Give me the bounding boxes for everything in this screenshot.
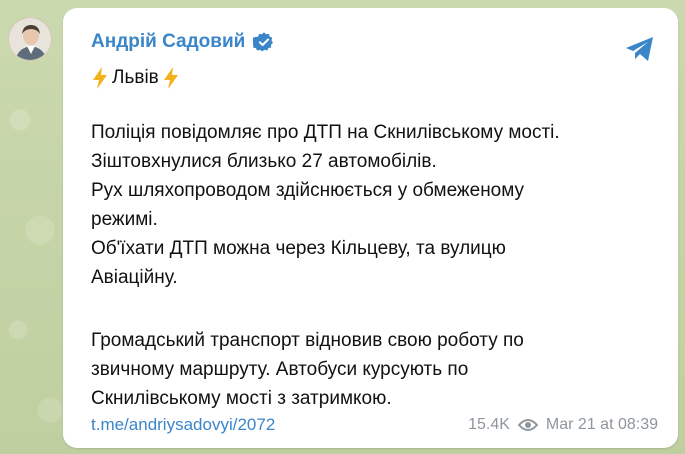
message-footer: t.me/andriysadovyi/2072 15.4K Mar 21 at … — [91, 413, 658, 437]
message-line: Об'їхати ДТП можна через Кільцеву, та ву… — [91, 238, 506, 259]
message-paragraph-2: Громадський транспорт відновив свою робо… — [91, 326, 651, 413]
verified-badge-icon — [253, 32, 274, 52]
author-name[interactable]: Андрій Садовий — [91, 31, 245, 53]
message-line: Скнилівському мості з затримкою. — [91, 388, 392, 409]
headline-text: Львів — [112, 67, 159, 88]
lightning-bolt-icon — [93, 67, 107, 89]
view-count: 15.4K — [468, 416, 510, 433]
avatar-image — [9, 18, 51, 60]
post-link[interactable]: t.me/andriysadovyi/2072 — [91, 415, 275, 435]
telegram-share-icon[interactable] — [624, 35, 656, 63]
message-line: Рух шляхопроводом здійснюється у обмежен… — [91, 180, 525, 201]
lightning-bolt-icon — [163, 67, 178, 89]
message-line: режимі. — [91, 209, 158, 230]
message-line: Громадський транспорт відновив свою робо… — [91, 330, 524, 351]
eye-icon — [517, 419, 538, 431]
message-paragraph-1: Поліція повідомляє про ДТП на Скнилівськ… — [91, 118, 651, 292]
message-meta: 15.4K Mar 21 at 08:39 — [468, 416, 658, 434]
message-line: Поліція повідомляє про ДТП на Скнилівськ… — [91, 122, 560, 143]
author-avatar[interactable] — [8, 17, 52, 61]
message-line: Авіаційну. — [91, 267, 178, 288]
message-bubble: Андрій Садовий Львів Поліція повідомляє … — [63, 8, 678, 448]
message-line: Зіштовхнулися близько 27 автомобілів. — [91, 151, 437, 172]
timestamp: Mar 21 at 08:39 — [545, 416, 658, 433]
message-line: звичному маршруту. Автобуси курсують по — [91, 359, 469, 380]
author-header: Андрій Садовий — [91, 31, 275, 53]
headline: Львів — [90, 66, 181, 90]
